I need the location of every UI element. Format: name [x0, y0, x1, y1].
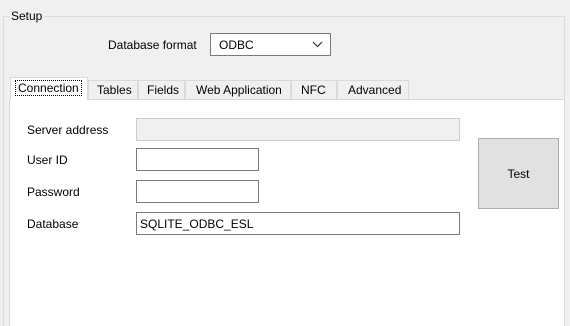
database-format-value: ODBC — [219, 38, 254, 52]
user-id-label: User ID — [27, 153, 68, 167]
setup-group-label: Setup — [9, 9, 45, 23]
password-label: Password — [27, 185, 80, 199]
tab-fields[interactable]: Fields — [138, 80, 185, 100]
tab-label-nfc: NFC — [301, 83, 326, 97]
database-value: SQLITE_ODBC_ESL — [140, 217, 254, 231]
tab-web-application[interactable]: Web Application — [185, 80, 291, 100]
test-button[interactable]: Test — [478, 138, 559, 209]
test-button-label: Test — [507, 166, 530, 181]
server-address-input[interactable] — [136, 118, 460, 141]
tab-nfc[interactable]: NFC — [291, 80, 337, 100]
tab-label-advanced: Advanced — [348, 83, 402, 97]
database-input[interactable]: SQLITE_ODBC_ESL — [136, 212, 460, 235]
tab-tables[interactable]: Tables — [88, 80, 138, 100]
tab-advanced[interactable]: Advanced — [337, 80, 409, 100]
tab-label-connection: Connection — [15, 80, 82, 96]
server-address-label: Server address — [27, 123, 109, 137]
tab-label-tables: Tables — [97, 83, 132, 97]
chevron-down-icon — [312, 41, 323, 48]
password-input[interactable] — [136, 180, 259, 203]
tab-connection[interactable]: Connection — [10, 77, 88, 100]
database-label: Database — [27, 217, 79, 231]
tab-label-web-application: Web Application — [196, 83, 282, 97]
setup-window: Setup Database format ODBC Connection Ta… — [0, 0, 570, 326]
tab-label-fields: Fields — [147, 83, 180, 97]
user-id-input[interactable] — [136, 148, 259, 171]
database-format-select[interactable]: ODBC — [210, 33, 331, 56]
database-format-label: Database format — [108, 38, 197, 52]
